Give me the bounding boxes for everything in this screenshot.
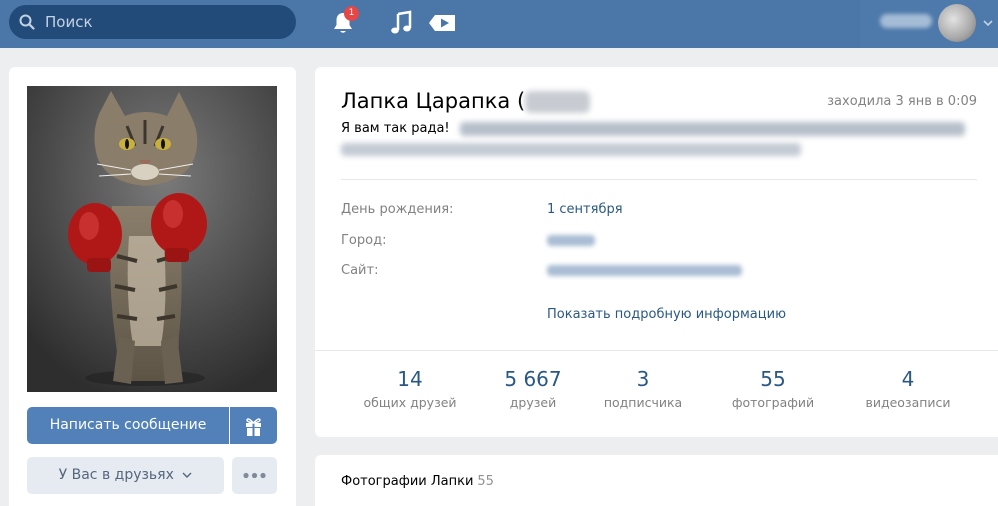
gift-icon xyxy=(246,418,261,436)
profile-info-card: Лапка Царапка ( заходила 3 янв в 0:09 Я … xyxy=(315,67,998,437)
site-value-blurred[interactable] xyxy=(547,265,742,276)
divider xyxy=(341,179,977,180)
counter-value: 14 xyxy=(397,367,423,391)
more-actions-button[interactable] xyxy=(232,457,277,494)
counter-common-friends[interactable]: 14 общих друзей xyxy=(355,367,465,410)
counter-value: 3 xyxy=(636,367,650,391)
profile-name: Лапка Царапка ( xyxy=(341,89,526,113)
cat-boxer-image xyxy=(27,86,277,392)
counter-label: общих друзей xyxy=(363,395,457,410)
more-icon xyxy=(243,472,266,479)
profile-status: Я вам так рада! xyxy=(341,121,450,136)
site-label: Сайт: xyxy=(341,263,379,278)
counter-value: 4 xyxy=(901,367,915,391)
profile-photo[interactable] xyxy=(27,86,277,392)
city-value-blurred[interactable] xyxy=(547,235,595,246)
counter-photos[interactable]: 55 фотографий xyxy=(723,367,823,410)
counter-label: подписчика xyxy=(603,395,683,410)
gift-button[interactable] xyxy=(230,407,277,444)
search-placeholder: Поиск xyxy=(45,13,93,31)
counter-label: друзей xyxy=(509,395,557,410)
status-blurred-line-2 xyxy=(341,143,801,156)
send-message-button[interactable]: Написать сообщение xyxy=(27,407,229,444)
last-seen: заходила 3 янв в 0:09 xyxy=(827,94,977,109)
notification-badge: 1 xyxy=(344,6,359,21)
top-header: Поиск 1 xyxy=(0,0,998,48)
name-blurred-part xyxy=(525,91,590,113)
photos-header[interactable]: Фотографии Лапки 55 xyxy=(341,474,494,489)
city-label: Город: xyxy=(341,233,387,248)
counter-label: видеозаписи xyxy=(865,395,951,410)
birthday-value[interactable]: 1 сентября xyxy=(547,202,623,217)
search-input[interactable]: Поиск xyxy=(9,5,296,39)
counter-value: 5 667 xyxy=(504,367,562,391)
divider xyxy=(315,350,998,351)
photos-count: 55 xyxy=(477,474,494,489)
counter-videos[interactable]: 4 видеозаписи xyxy=(853,367,963,410)
user-menu[interactable] xyxy=(860,0,998,48)
friends-status-button[interactable]: У Вас в друзьях xyxy=(27,457,224,494)
counter-label: фотографий xyxy=(731,395,815,410)
photos-section: Фотографии Лапки 55 xyxy=(315,455,998,506)
avatar xyxy=(938,4,976,42)
photos-title: Фотографии Лапки xyxy=(341,474,474,489)
counter-value: 55 xyxy=(760,367,786,391)
music-icon[interactable] xyxy=(390,10,414,36)
status-blurred-line-1 xyxy=(460,122,965,136)
profile-photo-card: Написать сообщение У Вас в друзьях xyxy=(9,67,296,506)
show-details-link[interactable]: Показать подробную информацию xyxy=(547,307,786,322)
user-name-blurred xyxy=(880,14,932,28)
chevron-down-icon xyxy=(182,472,192,478)
chevron-down-icon xyxy=(983,20,993,27)
video-icon[interactable] xyxy=(426,10,458,36)
counter-friends[interactable]: 5 667 друзей xyxy=(483,367,583,410)
counter-followers[interactable]: 3 подписчика xyxy=(593,367,693,410)
birthday-label: День рождения: xyxy=(341,202,454,217)
friends-status-label: У Вас в друзьях xyxy=(58,467,174,483)
search-icon xyxy=(19,14,35,30)
